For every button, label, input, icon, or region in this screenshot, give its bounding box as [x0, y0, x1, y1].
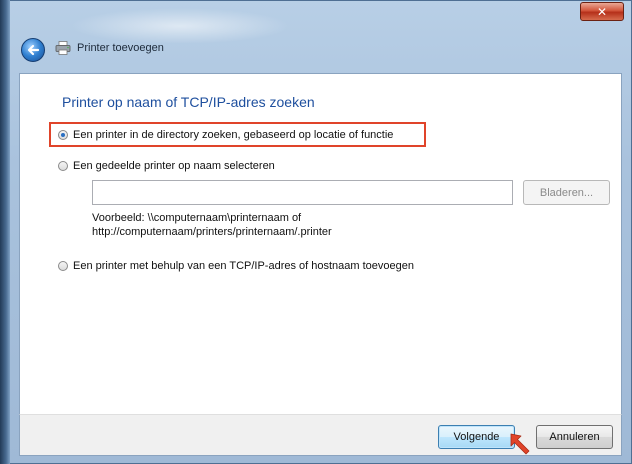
- printer-name-input[interactable]: [92, 180, 513, 205]
- option-label: Een gedeelde printer op naam selecteren: [73, 160, 275, 172]
- back-arrow-icon: [27, 44, 40, 56]
- radio-tcpip[interactable]: [58, 261, 68, 271]
- title-glow: [70, 8, 290, 44]
- radio-shared-printer[interactable]: [58, 161, 68, 171]
- cancel-button[interactable]: Annuleren: [536, 425, 613, 449]
- radio-directory-search[interactable]: [58, 130, 68, 140]
- option-label: Een printer met behulp van een TCP/IP-ad…: [73, 260, 415, 272]
- close-button[interactable]: ✕: [580, 2, 624, 21]
- option-tcpip[interactable]: Een printer met behulp van een TCP/IP-ad…: [58, 260, 414, 272]
- option-shared-printer[interactable]: Een gedeelde printer op naam selecteren: [58, 160, 275, 172]
- next-button[interactable]: Volgende: [438, 425, 515, 449]
- window-title: Printer toevoegen: [77, 42, 164, 54]
- browse-button[interactable]: Bladeren...: [523, 180, 610, 205]
- red-pointer-arrow-icon: [510, 433, 530, 455]
- back-button[interactable]: [21, 38, 45, 62]
- page-title: Printer op naam of TCP/IP-adres zoeken: [62, 94, 315, 110]
- printer-icon: [55, 41, 71, 55]
- option-label: Een printer in de directory zoeken, geba…: [73, 129, 394, 141]
- option-directory-search[interactable]: Een printer in de directory zoeken, geba…: [58, 129, 393, 141]
- example-line-1: Voorbeeld: \\computernaam\printernaam of: [92, 212, 302, 224]
- example-text: Voorbeeld: \\computernaam\printernaam of…: [92, 211, 332, 239]
- example-line-2: http://computernaam/printers/printernaam…: [92, 226, 332, 238]
- window-edge: [0, 0, 10, 464]
- close-icon: ✕: [596, 4, 608, 19]
